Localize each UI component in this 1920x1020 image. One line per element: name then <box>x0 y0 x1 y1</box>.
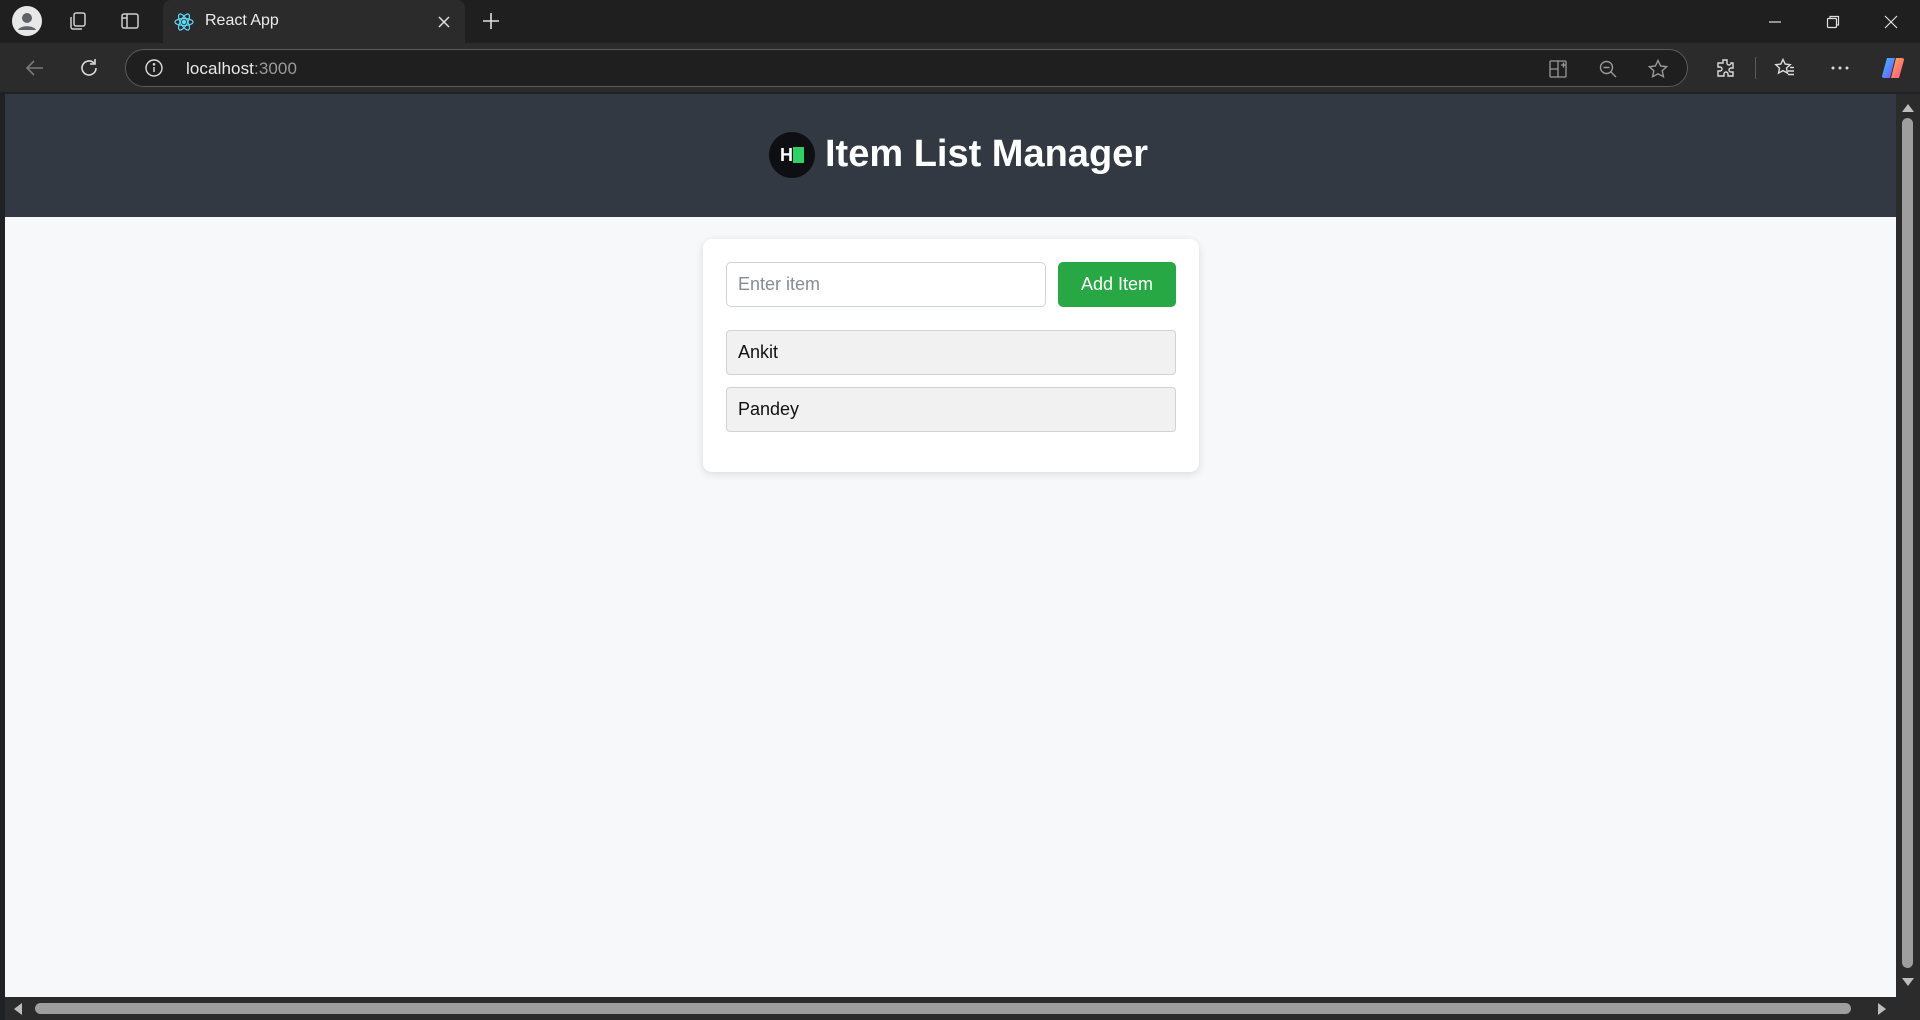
item-card: Add Item Ankit Pandey <box>703 239 1199 472</box>
vertical-tabs-icon[interactable] <box>115 6 145 36</box>
logo-accent <box>793 147 804 163</box>
browser-toolbar: localhost:3000 <box>0 43 1920 92</box>
scroll-right-icon[interactable] <box>1878 1003 1886 1015</box>
url-text[interactable]: localhost:3000 <box>186 59 297 79</box>
list-item: Pandey <box>726 387 1176 432</box>
copilot-icon[interactable] <box>1878 53 1908 83</box>
browser-tab-bar: React App <box>0 0 1920 43</box>
item-list: Ankit Pandey <box>726 330 1176 444</box>
zoom-out-icon[interactable] <box>1596 57 1620 81</box>
url-port: :3000 <box>254 59 298 78</box>
extensions-icon[interactable] <box>1710 53 1740 83</box>
plus-icon[interactable] <box>476 6 506 36</box>
list-item: Ankit <box>726 330 1176 375</box>
logo-icon: H <box>769 132 815 178</box>
logo-letter: H <box>780 145 793 165</box>
star-icon[interactable] <box>1646 57 1670 81</box>
info-icon[interactable] <box>144 58 164 78</box>
window-close-icon[interactable] <box>1862 0 1920 43</box>
react-icon <box>173 11 195 33</box>
scrollbar-corner <box>1896 997 1920 1020</box>
page-title: Item List Manager <box>825 133 1149 175</box>
scroll-up-icon[interactable] <box>1902 104 1914 112</box>
app-header: H Item List Manager <box>5 94 1896 217</box>
minimize-icon[interactable] <box>1746 0 1804 43</box>
workspaces-icon[interactable] <box>63 6 93 36</box>
horizontal-scroll-thumb[interactable] <box>35 1003 1851 1014</box>
favorites-icon[interactable] <box>1770 53 1800 83</box>
close-icon[interactable] <box>431 9 457 35</box>
horizontal-scrollbar[interactable] <box>5 997 1896 1020</box>
vertical-scroll-thumb[interactable] <box>1902 118 1913 968</box>
restore-icon[interactable] <box>1804 0 1862 43</box>
add-item-button[interactable]: Add Item <box>1058 262 1176 307</box>
scroll-down-icon[interactable] <box>1902 978 1914 986</box>
more-icon[interactable] <box>1825 53 1855 83</box>
tab-react-app[interactable]: React App <box>163 0 465 43</box>
profile-icon[interactable] <box>12 6 42 36</box>
vertical-scrollbar[interactable] <box>1896 94 1920 997</box>
tab-title: React App <box>205 12 279 29</box>
back-arrow-icon[interactable] <box>20 53 50 83</box>
apps-icon[interactable] <box>1546 57 1570 81</box>
address-bar[interactable]: localhost:3000 <box>125 49 1688 87</box>
toolbar-separator <box>1755 57 1756 79</box>
scroll-left-icon[interactable] <box>14 1003 22 1015</box>
item-input[interactable] <box>726 262 1046 307</box>
page-viewport: H Item List Manager Add Item Ankit Pande… <box>5 94 1896 997</box>
reload-icon[interactable] <box>74 53 104 83</box>
url-host: localhost <box>186 59 254 78</box>
